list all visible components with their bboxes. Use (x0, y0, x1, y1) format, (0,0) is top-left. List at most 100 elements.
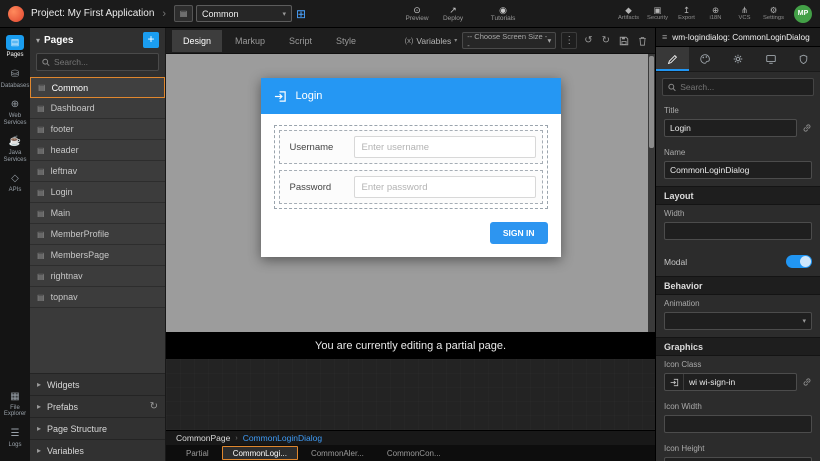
chevron-right-icon: ▸ (37, 446, 41, 455)
properties-search-input[interactable] (680, 82, 808, 92)
chevron-right-icon: ▸ (37, 380, 41, 389)
properties-tab[interactable] (656, 47, 689, 71)
i18n-button[interactable]: ⊕ i18N (701, 0, 730, 28)
user-avatar[interactable]: MP (794, 5, 812, 23)
styles-tab[interactable] (689, 47, 722, 71)
panel-section-widgets[interactable]: ▸ Widgets (30, 373, 165, 395)
tutorials-button[interactable]: ◉ Tutorials (485, 0, 521, 28)
page-item-common[interactable]: ▤ Common (30, 77, 165, 98)
page-item-login[interactable]: ▤ Login (30, 182, 165, 203)
page-item-footer[interactable]: ▤ footer (30, 119, 165, 140)
username-input[interactable] (354, 136, 536, 158)
save-button[interactable] (617, 36, 631, 46)
screen-size-select[interactable]: -- Choose Screen Size -- ▾ (462, 32, 556, 49)
page-item-dashboard[interactable]: ▤ Dashboard (30, 98, 165, 119)
app-logo-icon[interactable] (8, 6, 24, 22)
preview-button[interactable]: ⊙ Preview (399, 0, 435, 28)
rail-item-java-services[interactable]: ☕ Java Services (0, 131, 30, 168)
tab-script[interactable]: Script (278, 30, 323, 52)
undo-button[interactable]: ↺ (582, 35, 594, 46)
rail-item-file-explorer[interactable]: ▦ File Explorer (0, 386, 30, 423)
width-input[interactable] (664, 222, 812, 240)
pages-search-input[interactable] (54, 57, 153, 67)
rail-item-databases[interactable]: ⛁ Databases (0, 64, 30, 95)
bottom-tab-commonalertdialog[interactable]: CommonAler... (301, 446, 374, 460)
bottom-tab-partial[interactable]: Partial (176, 446, 219, 460)
panel-section-label: Prefabs (47, 402, 78, 412)
device-tab[interactable] (754, 47, 787, 71)
grid-view-button[interactable]: ⊞ (296, 7, 306, 21)
page-item-header[interactable]: ▤ header (30, 140, 165, 161)
rail-item-pages[interactable]: ▤ Pages (0, 31, 30, 64)
pages-panel-title: Pages (44, 35, 139, 46)
animation-field-label: Animation (664, 299, 812, 308)
security-button[interactable]: ▣ Security (643, 0, 672, 28)
breadcrumb-root[interactable]: CommonPage (176, 433, 230, 443)
layout-section-header[interactable]: Layout (656, 186, 820, 205)
i18n-icon: ⊕ (712, 5, 719, 15)
variables-dropdown[interactable]: (x) Variables ▾ (405, 36, 458, 46)
properties-search[interactable] (662, 78, 814, 96)
settings-button[interactable]: ⚙ Settings (759, 0, 788, 28)
rail-item-logs[interactable]: ☰ Logs (0, 423, 30, 454)
sign-in-icon (670, 374, 684, 390)
page-item-memberspage[interactable]: ▤ MembersPage (30, 245, 165, 266)
pages-icon: ▤ (6, 35, 24, 50)
partial-type-button[interactable]: ▤ (174, 5, 193, 22)
rail-item-web-services[interactable]: ⊕ Web Services (0, 94, 30, 131)
bind-link-icon[interactable] (802, 377, 812, 387)
modal-toggle[interactable] (786, 255, 812, 268)
bind-link-icon[interactable] (802, 123, 812, 133)
dialog-header[interactable]: Login (261, 78, 561, 114)
graphics-section-header[interactable]: Graphics (656, 337, 820, 356)
name-input[interactable] (664, 161, 812, 179)
design-canvas: Login Username Password (166, 54, 655, 430)
add-page-button[interactable]: + (143, 32, 159, 48)
username-form-row[interactable]: Username (279, 130, 543, 164)
tab-markup[interactable]: Markup (224, 30, 276, 52)
export-button[interactable]: ↥ Export (672, 0, 701, 28)
password-input[interactable] (354, 176, 536, 198)
page-item-leftnav[interactable]: ▤ leftnav (30, 161, 165, 182)
bottom-tab-commonconfirmdialog[interactable]: CommonCon... (377, 446, 451, 460)
panel-section-page-structure[interactable]: ▸ Page Structure (30, 417, 165, 439)
canvas-scrollbar[interactable] (648, 54, 655, 332)
login-dialog-widget[interactable]: Login Username Password (261, 78, 561, 257)
hamburger-menu-icon[interactable]: ≡ (662, 32, 667, 42)
breadcrumb-current[interactable]: CommonLoginDialog (243, 433, 322, 443)
redo-button[interactable]: ↻ (600, 35, 612, 46)
page-item-topnav[interactable]: ▤ topnav (30, 287, 165, 308)
refresh-icon[interactable]: ↻ (150, 401, 158, 412)
sign-in-button[interactable]: SIGN IN (490, 222, 548, 244)
deploy-button[interactable]: ↗ Deploy (435, 0, 471, 28)
tab-design[interactable]: Design (172, 30, 222, 52)
artifacts-button[interactable]: ◆ Artifacts (614, 0, 643, 28)
form-selection-outline[interactable]: Username Password (274, 125, 548, 209)
page-selector[interactable]: Common ▾ (196, 5, 292, 22)
page-item-main[interactable]: ▤ Main (30, 203, 165, 224)
page-item-rightnav[interactable]: ▤ rightnav (30, 266, 165, 287)
width-field-label: Width (664, 209, 812, 218)
events-tab[interactable] (722, 47, 755, 71)
behavior-section-header[interactable]: Behavior (656, 276, 820, 295)
panel-section-prefabs[interactable]: ▸ Prefabs ↻ (30, 395, 165, 417)
canvas-viewport[interactable]: Login Username Password (166, 54, 655, 332)
icon-width-input[interactable] (664, 415, 812, 433)
variables-label: Variables (416, 36, 451, 46)
panel-section-variables[interactable]: ▸ Variables (30, 439, 165, 461)
pages-search[interactable] (36, 53, 159, 71)
security-tab[interactable] (787, 47, 820, 71)
animation-select[interactable]: ▾ (664, 312, 812, 330)
password-form-row[interactable]: Password (279, 170, 543, 204)
tab-style[interactable]: Style (325, 30, 367, 52)
more-options-button[interactable]: ⋮ (561, 32, 577, 49)
rail-item-apis[interactable]: ◇ APIs (0, 168, 30, 199)
scrollbar-thumb[interactable] (649, 56, 654, 148)
title-input[interactable] (664, 119, 797, 137)
vcs-button[interactable]: ⋔ VCS (730, 0, 759, 28)
bottom-tab-commonlogindialog[interactable]: CommonLogi... (222, 446, 298, 460)
delete-button[interactable] (636, 36, 649, 46)
icon-height-input[interactable] (664, 457, 812, 461)
page-item-memberprofile[interactable]: ▤ MemberProfile (30, 224, 165, 245)
icon-class-input[interactable]: wi wi-sign-in (664, 373, 797, 391)
